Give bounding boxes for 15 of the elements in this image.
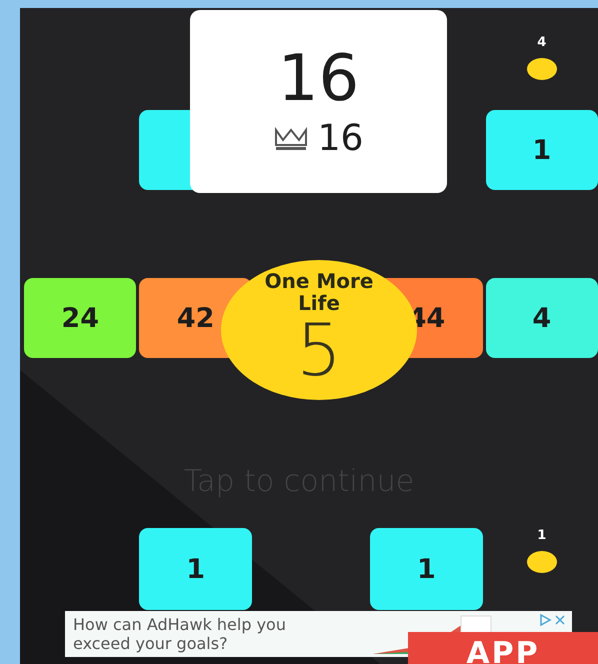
coin-count: 1 (537, 528, 546, 543)
number-block: 4 (486, 278, 598, 358)
crown-icon (274, 126, 308, 152)
coin-count: 4 (537, 35, 546, 50)
number-block: 1 (370, 528, 483, 610)
best-score: 16 (318, 118, 364, 160)
ad-text: How can AdHawk help you exceed your goals? (73, 614, 287, 654)
number-block: 1 (139, 528, 252, 610)
number-block: 1 (486, 110, 598, 190)
app-badge: APP (408, 632, 598, 664)
coin-icon (526, 551, 557, 573)
current-score: 16 (278, 44, 360, 114)
coin-icon (526, 58, 557, 80)
countdown-number: 5 (296, 314, 342, 386)
number-block: 24 (24, 278, 136, 358)
